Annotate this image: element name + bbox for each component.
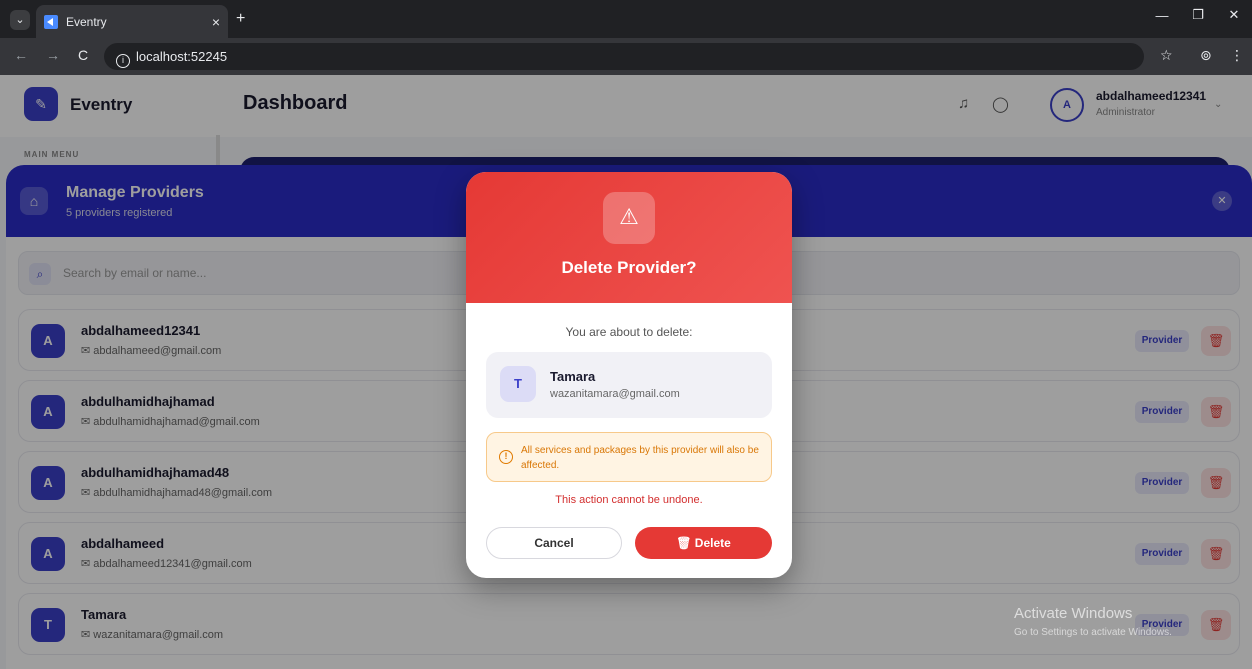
address-bar: ← → C i localhost:52245 ☆ ⊚ ⋮ — [0, 38, 1252, 75]
back-icon[interactable]: ← — [14, 47, 28, 63]
new-tab-button[interactable]: + — [236, 10, 245, 28]
info-icon: ! — [499, 450, 513, 464]
delete-button[interactable]: 🗑 Delete — [635, 527, 772, 559]
notice-text: All services and packages by this provid… — [521, 445, 759, 471]
windows-activation-title: Activate Windows — [1014, 605, 1133, 622]
tab-search-dropdown[interactable]: ⌄ — [10, 10, 30, 30]
window-controls: — ❐ ✕ — [1144, 0, 1252, 30]
url-text: localhost:52245 — [136, 49, 228, 64]
reload-icon[interactable]: C — [78, 47, 88, 63]
favicon-icon — [44, 14, 58, 29]
windows-activation-subtitle: Go to Settings to activate Windows. — [1014, 627, 1172, 638]
provider-card: T Tamara wazanitamara@gmail.com — [486, 352, 772, 418]
provider-email: wazanitamara@gmail.com — [550, 388, 680, 400]
bookmark-star-icon[interactable]: ☆ — [1160, 47, 1173, 64]
delete-provider-dialog: ⚠ Delete Provider? You are about to dele… — [466, 172, 792, 578]
tab-close-icon[interactable]: × — [212, 14, 220, 30]
dialog-header: ⚠ Delete Provider? — [466, 172, 792, 303]
url-input[interactable]: i localhost:52245 — [104, 43, 1144, 70]
forward-icon[interactable]: → — [46, 47, 60, 63]
browser-tab-eventry[interactable]: Eventry × — [36, 5, 228, 38]
restore-button[interactable]: ❐ — [1180, 7, 1216, 23]
dialog-about-text: You are about to delete: — [565, 325, 693, 339]
minimize-button[interactable]: — — [1144, 8, 1180, 23]
dialog-title: Delete Provider? — [561, 258, 697, 277]
warning-notice: ! All services and packages by this prov… — [486, 432, 772, 482]
browser-menu-icon[interactable]: ⋮ — [1230, 47, 1244, 64]
site-info-icon[interactable]: i — [116, 54, 130, 68]
tab-title: Eventry — [66, 14, 107, 29]
provider-name: Tamara — [550, 369, 596, 384]
warning-icon: ⚠ — [603, 192, 655, 244]
window-close-button[interactable]: ✕ — [1216, 7, 1252, 23]
avatar: T — [500, 366, 536, 402]
undone-warning: This action cannot be undone. — [555, 494, 703, 506]
cancel-button[interactable]: Cancel — [486, 527, 622, 559]
browser-tab-bar: ⌄ Eventry × + — ❐ ✕ — [0, 0, 1252, 38]
profile-icon[interactable]: ⊚ — [1200, 47, 1212, 64]
